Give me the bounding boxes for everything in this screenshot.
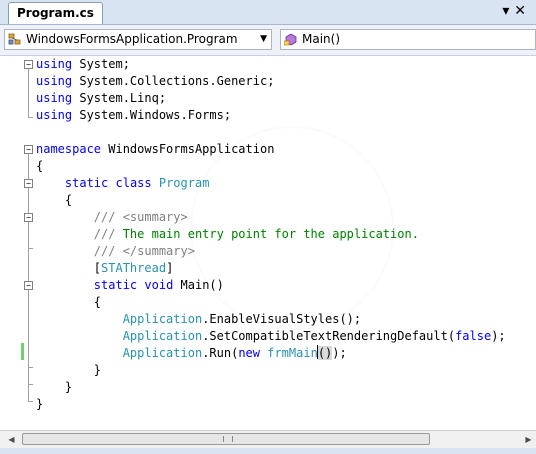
code-editor[interactable]: − − − − − using System; using System.Coll… — [0, 56, 536, 430]
code-line: Application.SetCompatibleTextRenderingDe… — [122, 329, 506, 343]
class-icon — [8, 33, 21, 45]
outline-end — [28, 384, 33, 385]
code-line: /// The main entry point for the applica… — [93, 227, 419, 241]
type-dropdown-value: WindowsFormsApplication.Program — [26, 32, 238, 46]
close-icon[interactable]: ▾ ✕ — [502, 1, 526, 21]
outline-guide — [28, 154, 29, 401]
code-line: { — [36, 193, 73, 207]
code-text: using System; using System.Collections.Ge… — [36, 56, 506, 413]
indicator-margin — [0, 56, 21, 430]
bottom-border — [0, 448, 536, 454]
tab-program-cs[interactable]: Program.cs — [8, 2, 103, 24]
document-tab-strip: Program.cs ▾ ✕ — [0, 0, 536, 25]
chevron-down-icon: ▼ — [260, 34, 267, 44]
outline-end — [28, 248, 33, 249]
outline-end — [28, 401, 33, 402]
tab-label: Program.cs — [17, 6, 94, 20]
code-line: using System; — [36, 57, 130, 71]
collapse-icon[interactable]: − — [24, 281, 33, 290]
code-line: Application.Run(new frmMain()); — [122, 345, 347, 360]
outline-end — [28, 117, 33, 118]
outline-guide — [28, 69, 29, 117]
scrollbar-thumb[interactable] — [22, 433, 430, 445]
method-icon — [284, 33, 297, 46]
code-line: static void Main() — [93, 278, 224, 292]
collapse-icon[interactable]: − — [24, 179, 33, 188]
collapse-icon[interactable]: − — [24, 145, 33, 154]
code-line: { — [36, 295, 102, 309]
outline-end — [28, 367, 33, 368]
code-line: } — [36, 363, 102, 377]
navigation-bar: WindowsFormsApplication.Program ▼ Main() — [0, 25, 536, 56]
code-line: { — [36, 159, 44, 173]
code-line: using System.Windows.Forms; — [36, 108, 232, 122]
collapse-icon[interactable]: − — [24, 213, 33, 222]
code-line: [STAThread] — [36, 261, 174, 275]
scroll-right-icon[interactable]: ▶ — [521, 432, 536, 447]
code-line: /// </summary> — [93, 244, 195, 258]
code-line: Application.EnableVisualStyles(); — [122, 312, 362, 326]
scroll-left-icon[interactable]: ◀ — [4, 432, 19, 447]
horizontal-scrollbar[interactable]: ◀ ▶ — [0, 430, 536, 448]
code-line: namespace WindowsFormsApplication — [36, 142, 275, 156]
collapse-icon[interactable]: − — [24, 60, 33, 69]
code-line: } — [36, 380, 73, 394]
member-dropdown-value: Main() — [302, 32, 341, 46]
code-line: using System.Linq; — [36, 91, 167, 105]
member-dropdown[interactable]: Main() — [280, 29, 536, 50]
code-line: using System.Collections.Generic; — [36, 74, 275, 88]
code-line: static class Program — [64, 176, 210, 190]
grip-icon — [223, 436, 233, 442]
change-indicator — [21, 343, 24, 360]
code-line: /// <summary> — [93, 210, 188, 224]
code-line: } — [36, 397, 44, 411]
type-dropdown[interactable]: WindowsFormsApplication.Program ▼ — [4, 29, 272, 50]
